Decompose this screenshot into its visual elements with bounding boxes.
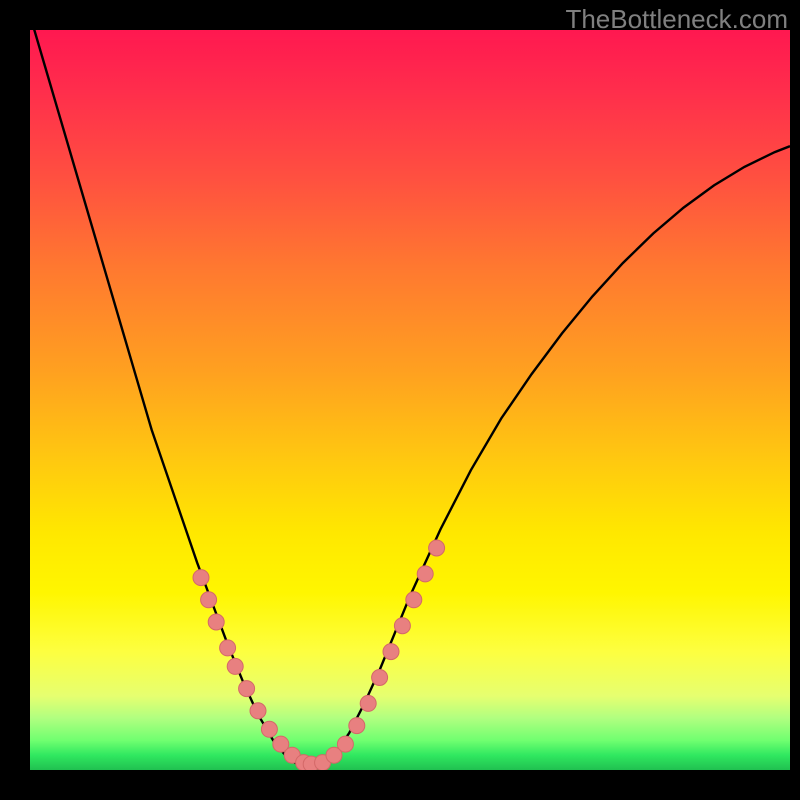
curve-dot (349, 718, 365, 734)
curve-dot (193, 570, 209, 586)
curve-dot (227, 658, 243, 674)
curve-dot (394, 618, 410, 634)
bottleneck-curve-svg (30, 30, 790, 770)
curve-dot (429, 540, 445, 556)
chart-frame: TheBottleneck.com (0, 0, 800, 800)
curve-dot (383, 644, 399, 660)
plot-area (30, 30, 790, 770)
curve-dot (250, 703, 266, 719)
curve-dot (417, 566, 433, 582)
curve-dot (201, 592, 217, 608)
curve-dot (239, 681, 255, 697)
curve-dot (406, 592, 422, 608)
curve-dot (337, 736, 353, 752)
watermark-text: TheBottleneck.com (565, 4, 788, 35)
bottleneck-curve (30, 30, 790, 768)
curve-dot-markers (193, 540, 445, 770)
curve-dot (261, 721, 277, 737)
curve-dot (220, 640, 236, 656)
curve-dot (372, 670, 388, 686)
curve-dot (208, 614, 224, 630)
curve-dot (360, 695, 376, 711)
